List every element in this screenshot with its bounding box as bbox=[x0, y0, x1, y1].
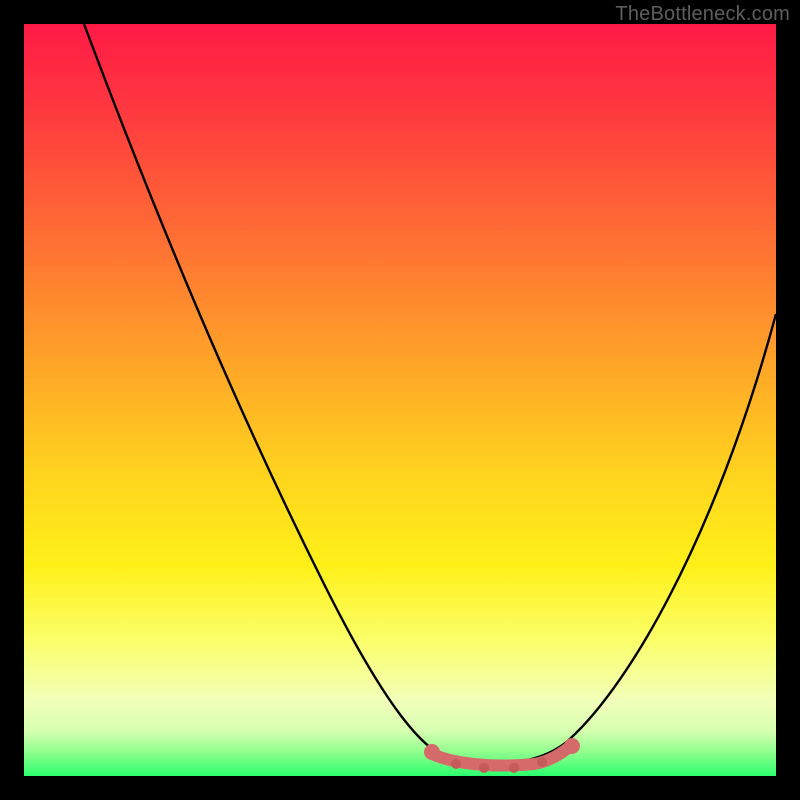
watermark-text: TheBottleneck.com bbox=[615, 3, 790, 26]
bottleneck-curve-svg bbox=[24, 24, 776, 776]
chart-plot-area bbox=[24, 24, 776, 776]
chart-frame: TheBottleneck.com bbox=[0, 0, 800, 800]
bottleneck-curve bbox=[84, 24, 776, 763]
valley-marker bbox=[424, 738, 580, 773]
